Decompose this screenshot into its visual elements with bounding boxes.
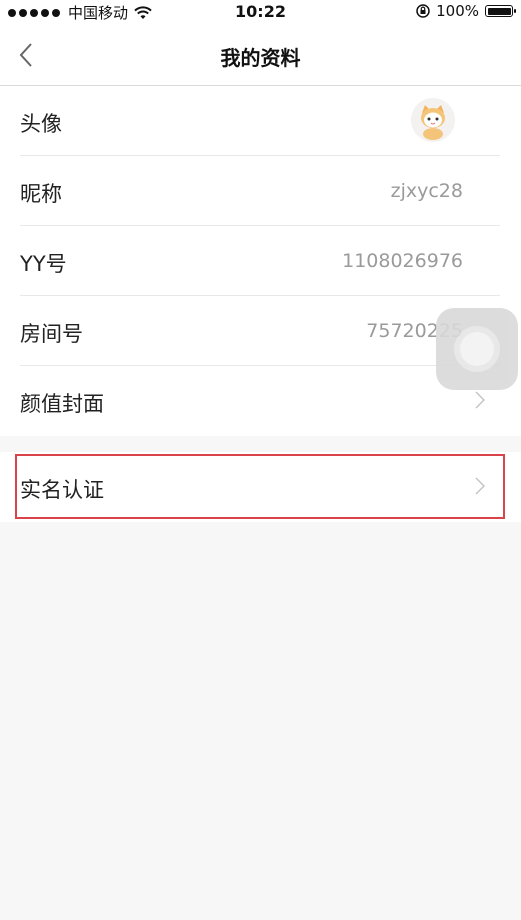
room-number-label: 房间号 [20,322,83,346]
assistive-touch-center [460,332,494,366]
row-yy-number[interactable]: YY号 1108026976 [0,226,521,296]
real-name-verification-label: 实名认证 [20,478,104,502]
page-title: 我的资料 [220,46,301,70]
avatar [411,98,455,142]
yy-number-label: YY号 [20,252,67,276]
row-real-name-verification[interactable]: 实名认证 [0,452,521,522]
avatar-label: 头像 [20,112,62,136]
battery-percent: 100% [436,2,479,20]
cartoon-avatar-icon [411,98,455,142]
battery-icon [485,5,516,17]
chevron-right-icon [475,477,485,495]
real-name-row-inner[interactable]: 实名认证 [0,452,521,522]
chevron-right-icon [475,391,485,409]
assistive-touch-button[interactable] [436,308,518,390]
status-right: 100% [416,2,516,20]
nickname-label: 昵称 [20,182,62,206]
appearance-cover-label: 颜值封面 [20,392,104,416]
section-gap [0,436,521,452]
orientation-lock-icon [416,4,430,18]
row-avatar[interactable]: 头像 [0,86,521,156]
nickname-value: zjxyc28 [390,180,463,202]
row-nickname[interactable]: 昵称 zjxyc28 [0,156,521,226]
navigation-bar: 我的资料 [0,24,521,86]
yy-number-value: 1108026976 [342,250,463,272]
status-bar: 中国移动 10:22 100% [0,0,521,24]
